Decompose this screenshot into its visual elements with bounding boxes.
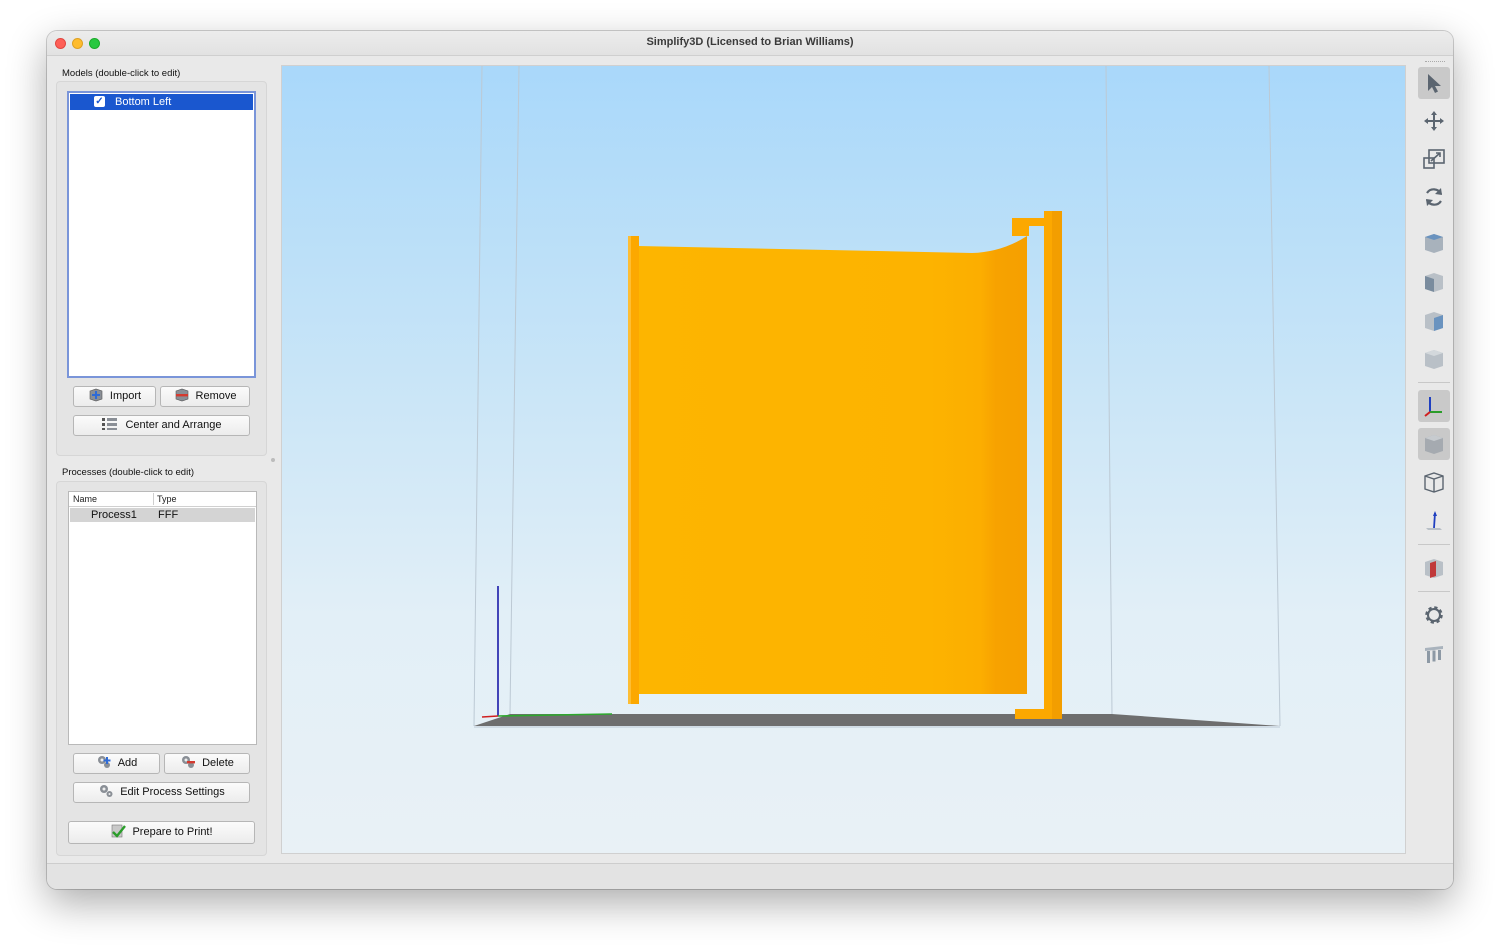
window-title: Simplify3D (Licensed to Brian Williams) bbox=[646, 36, 854, 48]
import-icon bbox=[89, 388, 103, 402]
view-cube-icon bbox=[1425, 234, 1443, 253]
delete-label: Delete bbox=[202, 757, 234, 769]
x-axis-line bbox=[481, 715, 499, 718]
remove-label: Remove bbox=[195, 390, 237, 402]
models-panel-label: Models (double-click to edit) bbox=[62, 68, 181, 79]
build-volume-edge bbox=[473, 66, 483, 727]
settings-gear-icon bbox=[1425, 606, 1443, 624]
models-list[interactable]: ✓ Bottom Left bbox=[67, 91, 256, 378]
view-side-button[interactable] bbox=[1418, 305, 1450, 337]
rotate-icon bbox=[1426, 188, 1442, 206]
process-type-cell: FFF bbox=[158, 509, 179, 521]
wireframe-view-icon bbox=[1424, 472, 1444, 493]
view-toolbar bbox=[1415, 60, 1453, 860]
axes-icon bbox=[1424, 397, 1442, 417]
view-top-button[interactable] bbox=[1418, 227, 1450, 259]
model-list-item[interactable]: ✓ Bottom Left bbox=[70, 94, 253, 110]
arrange-icon bbox=[102, 418, 118, 430]
models-group: ✓ Bottom Left Import Remove Center and A… bbox=[56, 81, 267, 456]
select-tool-button[interactable] bbox=[1418, 67, 1450, 99]
view-cube-icon bbox=[1425, 273, 1443, 292]
model-name: Bottom Left bbox=[115, 96, 172, 108]
build-volume-edge bbox=[1105, 66, 1113, 715]
build-volume-edge bbox=[1268, 66, 1281, 727]
status-bar bbox=[47, 863, 1453, 889]
splitter-handle[interactable] bbox=[271, 458, 275, 462]
model-wall[interactable] bbox=[638, 236, 1027, 694]
toolbar-divider bbox=[1418, 591, 1450, 592]
move-icon bbox=[1424, 111, 1444, 131]
add-label: Add bbox=[117, 757, 138, 769]
build-volume-scene bbox=[473, 66, 1281, 728]
processes-panel-label: Processes (double-click to edit) bbox=[62, 467, 194, 478]
center-and-arrange-button[interactable]: Center and Arrange bbox=[73, 415, 250, 436]
solid-view-icon bbox=[1425, 435, 1443, 454]
gears-icon bbox=[100, 785, 113, 797]
edit-process-settings-label: Edit Process Settings bbox=[120, 786, 225, 798]
axes-toggle-button[interactable] bbox=[1418, 390, 1450, 422]
model-left-post-highlight bbox=[628, 236, 631, 704]
toolbar-divider bbox=[1418, 544, 1450, 545]
processes-table[interactable]: Name Type Process1 FFF bbox=[68, 491, 257, 745]
scale-icon bbox=[1423, 149, 1445, 169]
build-plate bbox=[474, 714, 1280, 726]
column-divider bbox=[153, 493, 154, 505]
column-header-type[interactable]: Type bbox=[157, 493, 177, 505]
import-label: Import bbox=[109, 390, 142, 402]
cross-section-button[interactable] bbox=[1418, 552, 1450, 584]
model-right-post-shade bbox=[1052, 211, 1062, 719]
prepare-to-print-button[interactable]: Prepare to Print! bbox=[68, 821, 255, 844]
support-structures-button[interactable] bbox=[1418, 638, 1450, 670]
machine-settings-button[interactable] bbox=[1418, 599, 1450, 631]
table-row[interactable]: Process1 FFF bbox=[70, 508, 255, 522]
remove-icon bbox=[175, 388, 188, 402]
edit-process-settings-button[interactable]: Edit Process Settings bbox=[73, 782, 250, 803]
model-visible-checkbox[interactable]: ✓ bbox=[94, 96, 105, 107]
view-cube-icon bbox=[1425, 350, 1443, 369]
solid-view-button[interactable] bbox=[1418, 428, 1450, 460]
view-iso-button[interactable] bbox=[1418, 343, 1450, 375]
import-button[interactable]: Import bbox=[73, 386, 156, 407]
section-view-icon bbox=[1425, 559, 1443, 578]
add-gears-icon bbox=[97, 756, 111, 768]
app-window: Simplify3D (Licensed to Brian Williams) … bbox=[47, 31, 1453, 889]
title-bar: Simplify3D (Licensed to Brian Williams) bbox=[47, 31, 1453, 56]
view-front-button[interactable] bbox=[1418, 266, 1450, 298]
processes-group: Name Type Process1 FFF Add Delete Edit P… bbox=[56, 481, 267, 856]
column-header-name[interactable]: Name bbox=[73, 493, 97, 505]
wireframe-view-button[interactable] bbox=[1418, 466, 1450, 498]
process-name-cell: Process1 bbox=[91, 509, 137, 521]
delete-gears-icon bbox=[182, 756, 196, 768]
view-cube-icon bbox=[1425, 312, 1443, 331]
scale-tool-button[interactable] bbox=[1418, 143, 1450, 175]
normals-view-button[interactable] bbox=[1418, 505, 1450, 537]
toolbar-divider bbox=[1418, 382, 1450, 383]
select-pointer-icon bbox=[1428, 74, 1441, 93]
supports-icon bbox=[1425, 646, 1443, 663]
build-volume-edge bbox=[509, 66, 520, 715]
normal-vector-icon bbox=[1426, 511, 1442, 530]
table-header: Name Type bbox=[69, 492, 256, 507]
rotate-tool-button[interactable] bbox=[1418, 181, 1450, 213]
remove-button[interactable]: Remove bbox=[160, 386, 250, 407]
center-and-arrange-label: Center and Arrange bbox=[125, 419, 222, 431]
add-process-button[interactable]: Add bbox=[73, 753, 160, 774]
prepare-to-print-label: Prepare to Print! bbox=[132, 826, 213, 838]
delete-process-button[interactable]: Delete bbox=[164, 753, 250, 774]
prepare-check-icon bbox=[112, 824, 127, 838]
3d-viewport[interactable] bbox=[281, 65, 1406, 854]
move-tool-button[interactable] bbox=[1418, 105, 1450, 137]
